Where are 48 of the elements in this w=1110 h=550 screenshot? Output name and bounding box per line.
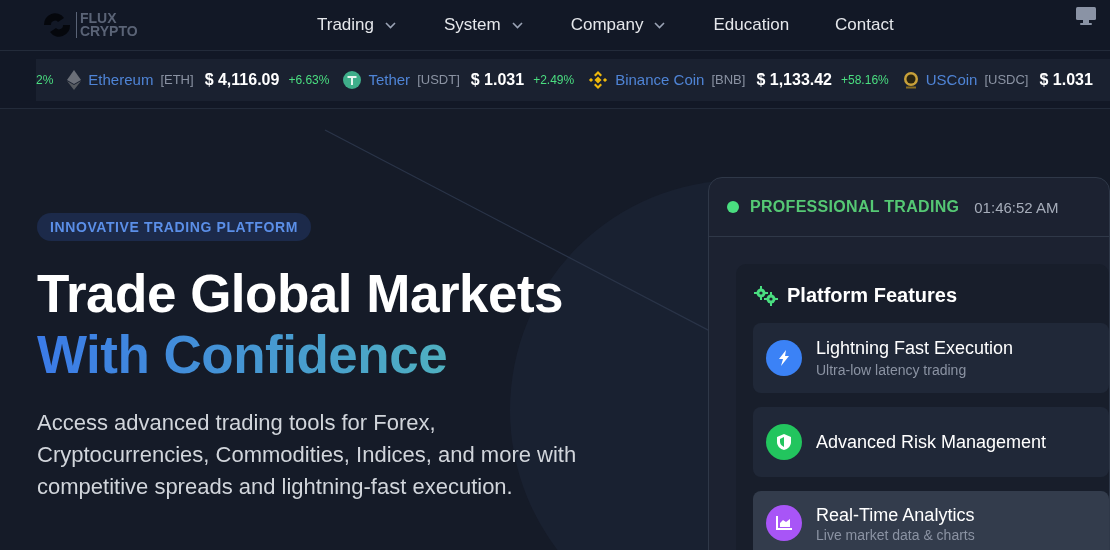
feature-subtitle: Ultra-low latency trading bbox=[816, 362, 968, 378]
chevron-down-icon bbox=[654, 21, 666, 29]
nav-link[interactable]: Education bbox=[713, 15, 790, 35]
coin-name[interactable]: Binance Coin bbox=[615, 71, 705, 88]
chart-icon bbox=[776, 516, 792, 530]
status-label: PROFESSIONAL TRADING bbox=[750, 198, 960, 216]
clock-time: 01:46:52 AM bbox=[974, 198, 1059, 216]
nav-link[interactable]: System bbox=[444, 15, 523, 35]
hero-title: Trade Global Markets bbox=[37, 263, 564, 324]
chevron-down-icon bbox=[385, 21, 396, 29]
gears-icon bbox=[753, 285, 779, 306]
coin-price: $ 1.031 bbox=[1039, 70, 1093, 89]
features-title: Platform Features bbox=[787, 284, 958, 307]
coin-symbol: [USDC] bbox=[984, 72, 1029, 87]
feature-title: Advanced Risk Management bbox=[816, 431, 1047, 453]
feature-item[interactable]: Lightning Fast Execution Ultra-low latency trading bbox=[753, 323, 1109, 393]
price-change: 2% bbox=[36, 72, 54, 87]
feature-item[interactable]: Real-Time Analytics Live market data & charts bbox=[753, 491, 1109, 550]
coin-price: $ 1,133.42 bbox=[756, 70, 832, 89]
price-change: +2.49% bbox=[533, 72, 575, 87]
hero-description: Access advanced trading tools for Forex, Cryptocurrencies, Commodities, Indices, and more with competitive spreads and lightning-fast execution. bbox=[37, 409, 578, 501]
coin-name[interactable]: Ethereum bbox=[88, 71, 154, 88]
tagline-badge: INNOVATIVE TRADING PLATFORM bbox=[37, 213, 311, 241]
feature-title: Real-Time Analytics bbox=[816, 505, 975, 526]
lightning-icon bbox=[777, 350, 791, 366]
shield-icon bbox=[777, 434, 791, 450]
price-change: +6.63% bbox=[288, 72, 330, 87]
coin-name[interactable]: Tether bbox=[368, 71, 411, 88]
coin-icon bbox=[902, 70, 919, 89]
price-change: +58.16% bbox=[841, 72, 889, 87]
coin-icon bbox=[343, 70, 362, 89]
monitor-icon[interactable] bbox=[1075, 6, 1097, 26]
chevron-down-icon bbox=[511, 21, 523, 29]
coin-name[interactable]: USCoin bbox=[925, 71, 978, 88]
feature-subtitle: Live market data & charts bbox=[816, 527, 975, 543]
nav-link[interactable]: Company bbox=[570, 15, 666, 35]
diamond-coin-icon bbox=[67, 69, 82, 90]
status-dot bbox=[727, 201, 739, 213]
coin-symbol: [ETH] bbox=[160, 72, 194, 87]
coin-symbol: [USDT] bbox=[417, 72, 460, 87]
feature-item[interactable]: Advanced Risk Management bbox=[753, 407, 1109, 477]
coin-symbol: [BNB] bbox=[711, 72, 746, 87]
coin-price: $ 1.031 bbox=[470, 70, 525, 89]
coin-price: $ 4,116.09 bbox=[204, 70, 280, 89]
nav-link[interactable]: Trading bbox=[317, 15, 396, 35]
nav-link[interactable]: Contact bbox=[835, 15, 894, 35]
diamond-coin-icon bbox=[588, 69, 609, 90]
feature-title: Lightning Fast Execution bbox=[816, 338, 1014, 359]
